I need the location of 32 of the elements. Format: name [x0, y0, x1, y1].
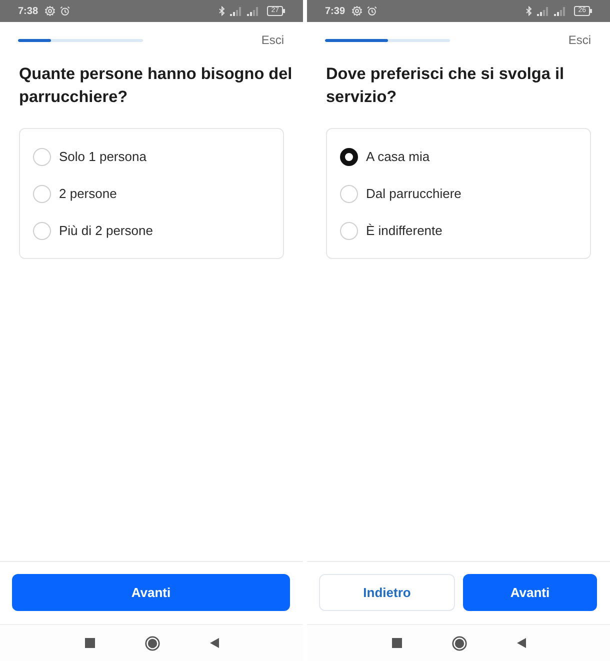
status-time: 7:39: [325, 6, 346, 16]
exit-link[interactable]: Esci: [568, 33, 591, 47]
next-button[interactable]: Avanti: [463, 574, 597, 611]
status-time: 7:38: [18, 6, 38, 16]
home-icon[interactable]: [144, 636, 160, 650]
option-label[interactable]: Solo 1 persona: [59, 149, 146, 164]
square-icon[interactable]: [392, 638, 402, 648]
gear-icon: [352, 6, 362, 16]
option-label[interactable]: È indifferente: [366, 223, 442, 238]
back-button[interactable]: Indietro: [319, 574, 455, 611]
next-button[interactable]: Avanti: [12, 574, 290, 611]
question-title: Quante persone hanno bisogno del parrucchiere?: [19, 64, 293, 108]
square-icon[interactable]: [84, 638, 94, 648]
back-icon[interactable]: [516, 638, 526, 648]
signal-icon: [537, 6, 550, 16]
option-label[interactable]: 2 persone: [59, 186, 117, 201]
option-label[interactable]: Più di 2 persone: [59, 223, 153, 238]
option-label[interactable]: Dal parrucchiere: [366, 186, 462, 201]
option-label[interactable]: A casa mia: [366, 149, 430, 164]
gear-icon: [45, 6, 56, 16]
signal-icon: [554, 6, 566, 16]
alarm-clock-icon: [367, 6, 378, 16]
exit-link[interactable]: Esci: [261, 33, 284, 47]
bluetooth-icon: [219, 6, 226, 16]
alarm-clock-icon: [60, 6, 70, 16]
signal-icon: [247, 6, 260, 16]
radio-button[interactable]: [340, 148, 358, 166]
question-title: Dove preferisci che si svolga il servizio?: [326, 64, 565, 108]
home-icon[interactable]: [452, 636, 466, 650]
back-icon[interactable]: [210, 638, 218, 648]
signal-icon: [230, 6, 242, 16]
bluetooth-icon: [526, 6, 532, 16]
